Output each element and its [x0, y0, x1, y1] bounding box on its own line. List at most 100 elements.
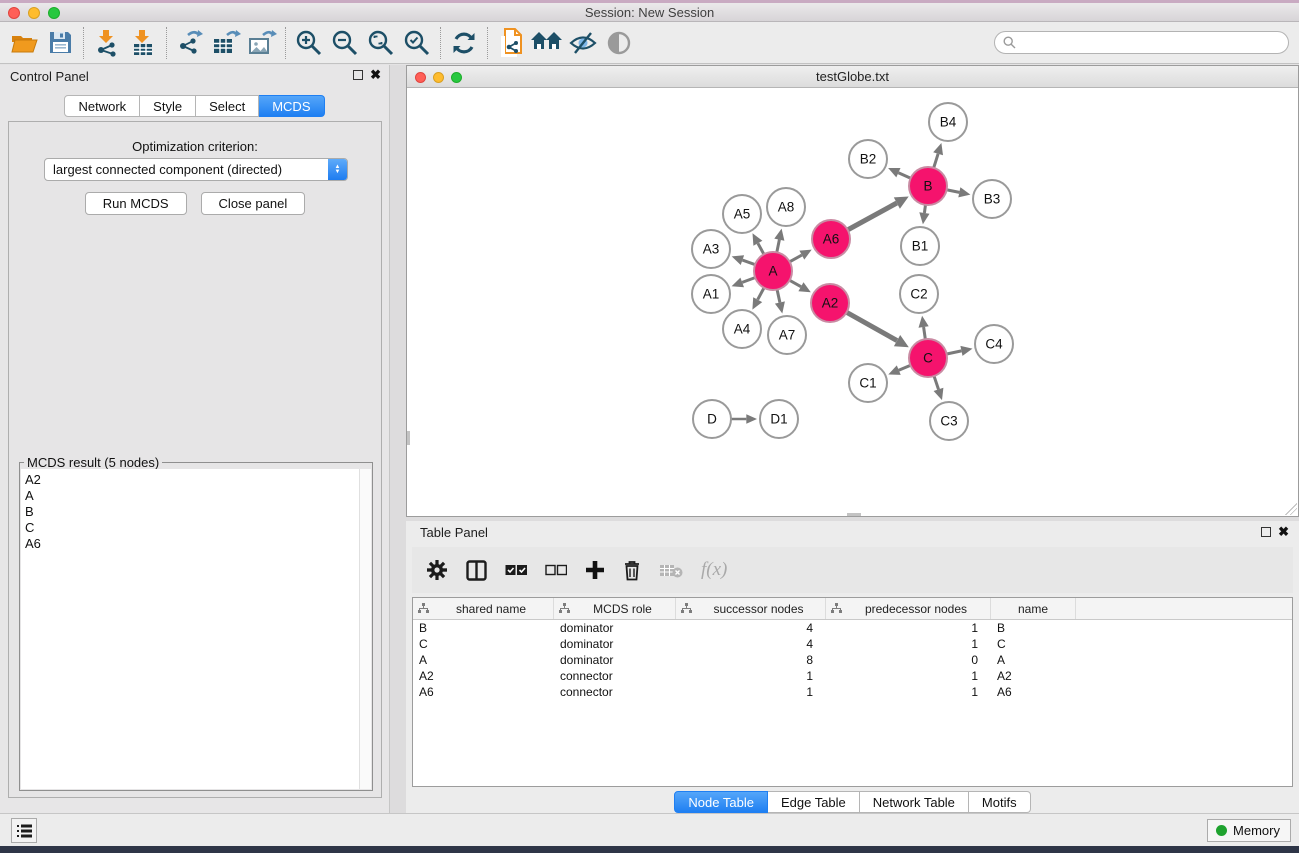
node-B3[interactable]: B3: [973, 180, 1011, 218]
result-item[interactable]: A2: [25, 472, 359, 488]
search-field[interactable]: [994, 31, 1289, 54]
edge-arrowhead: [934, 388, 944, 400]
table-settings-button[interactable]: [426, 559, 448, 581]
save-session-button[interactable]: [42, 26, 78, 60]
column-header-MCDS-role[interactable]: MCDS role: [554, 598, 676, 619]
apply-function-button[interactable]: f(x): [701, 559, 727, 581]
node-A6[interactable]: A6: [812, 220, 850, 258]
table-cell: A: [991, 652, 1076, 668]
table-row[interactable]: Bdominator41B: [413, 620, 1292, 636]
search-input[interactable]: [1020, 36, 1288, 50]
add-column-button[interactable]: [585, 560, 605, 580]
tab-motifs[interactable]: Motifs: [969, 791, 1031, 813]
node-C2[interactable]: C2: [900, 275, 938, 313]
horizontal-scroll-nub[interactable]: [847, 513, 861, 516]
zoom-out-button[interactable]: [327, 26, 363, 60]
result-scrollbar[interactable]: [359, 469, 371, 789]
delete-table-button[interactable]: [659, 563, 683, 578]
result-item[interactable]: A: [25, 488, 359, 504]
result-item[interactable]: A6: [25, 536, 359, 552]
tab-edge-table[interactable]: Edge Table: [768, 791, 860, 813]
memory-button[interactable]: Memory: [1207, 819, 1291, 842]
tab-network[interactable]: Network: [64, 95, 140, 117]
column-header-shared-name[interactable]: shared name: [413, 598, 554, 619]
zoom-fit-button[interactable]: [363, 26, 399, 60]
node-A3[interactable]: A3: [692, 230, 730, 268]
table-row[interactable]: A6connector11A6: [413, 684, 1292, 700]
show-all-button[interactable]: [601, 26, 637, 60]
minimize-window-button[interactable]: [28, 7, 40, 19]
float-panel-icon[interactable]: [353, 70, 363, 80]
network-maximize-button[interactable]: [451, 72, 462, 83]
mcds-result-list[interactable]: A2ABCA6: [21, 469, 359, 789]
export-network-button[interactable]: [172, 26, 208, 60]
node-A1[interactable]: A1: [692, 275, 730, 313]
node-D[interactable]: D: [693, 400, 731, 438]
node-A[interactable]: A: [754, 252, 792, 290]
node-label: C2: [910, 287, 927, 302]
result-item[interactable]: B: [25, 504, 359, 520]
node-A8[interactable]: A8: [767, 188, 805, 226]
close-window-button[interactable]: [8, 7, 20, 19]
tab-style[interactable]: Style: [140, 95, 196, 117]
network-close-button[interactable]: [415, 72, 426, 83]
column-header-name[interactable]: name: [991, 598, 1076, 619]
tab-network-table[interactable]: Network Table: [860, 791, 969, 813]
node-A2[interactable]: A2: [811, 284, 849, 322]
close-table-panel-icon[interactable]: ✖: [1278, 527, 1289, 537]
criterion-dropdown[interactable]: largest connected component (directed) ▲…: [44, 158, 348, 181]
table-cell: dominator: [554, 636, 676, 652]
close-panel-icon[interactable]: ✖: [370, 70, 381, 80]
tab-mcds[interactable]: MCDS: [259, 95, 324, 117]
table-cell: connector: [554, 684, 676, 700]
node-A7[interactable]: A7: [768, 316, 806, 354]
node-B4[interactable]: B4: [929, 103, 967, 141]
refresh-view-button[interactable]: [446, 26, 482, 60]
network-minimize-button[interactable]: [433, 72, 444, 83]
vertical-scroll-nub[interactable]: [407, 431, 410, 445]
maximize-window-button[interactable]: [48, 7, 60, 19]
tab-node-table[interactable]: Node Table: [674, 791, 768, 813]
node-table[interactable]: shared nameMCDS rolesuccessor nodesprede…: [412, 597, 1293, 787]
node-B1[interactable]: B1: [901, 227, 939, 265]
hide-selected-button[interactable]: [565, 26, 601, 60]
node-A4[interactable]: A4: [723, 310, 761, 348]
column-header-successor-nodes[interactable]: successor nodes: [676, 598, 826, 619]
network-canvas[interactable]: B4 B2 B B3 A8A5 A6 B1 A3 A C2 A1 A2 A4A7 C4 C C1 D D1 C3: [407, 89, 1298, 516]
deselect-all-rows-button[interactable]: [545, 564, 567, 576]
node-C4[interactable]: C4: [975, 325, 1013, 363]
table-row[interactable]: Adominator80A: [413, 652, 1292, 668]
float-table-panel-icon[interactable]: [1261, 527, 1271, 537]
node-B2[interactable]: B2: [849, 140, 887, 178]
export-image-button[interactable]: [244, 26, 280, 60]
node-D1[interactable]: D1: [760, 400, 798, 438]
open-file-share-button[interactable]: [493, 26, 529, 60]
zoom-selected-button[interactable]: [399, 26, 435, 60]
table-row[interactable]: A2connector11A2: [413, 668, 1292, 684]
table-row[interactable]: Cdominator41C: [413, 636, 1292, 652]
node-label: C: [923, 351, 933, 366]
home-button[interactable]: [529, 26, 565, 60]
open-session-button[interactable]: [6, 26, 42, 60]
result-item[interactable]: C: [25, 520, 359, 536]
node-C[interactable]: C: [909, 339, 947, 377]
node-A5[interactable]: A5: [723, 195, 761, 233]
resize-grip[interactable]: [1285, 503, 1297, 515]
zoom-in-button[interactable]: [291, 26, 327, 60]
node-C1[interactable]: C1: [849, 364, 887, 402]
import-network-button[interactable]: [89, 26, 125, 60]
close-panel-button[interactable]: Close panel: [201, 192, 306, 215]
column-visibility-button[interactable]: [466, 560, 487, 581]
tab-select[interactable]: Select: [196, 95, 259, 117]
import-table-button[interactable]: [125, 26, 161, 60]
run-mcds-button[interactable]: Run MCDS: [85, 192, 187, 215]
node-C3[interactable]: C3: [930, 402, 968, 440]
column-header-predecessor-nodes[interactable]: predecessor nodes: [826, 598, 991, 619]
criterion-value: largest connected component (directed): [45, 162, 328, 177]
export-table-button[interactable]: [208, 26, 244, 60]
select-all-rows-button[interactable]: [505, 564, 527, 576]
task-history-button[interactable]: [11, 818, 37, 843]
node-B[interactable]: B: [909, 167, 947, 205]
delete-column-button[interactable]: [623, 559, 641, 581]
table-cell: dominator: [554, 620, 676, 636]
